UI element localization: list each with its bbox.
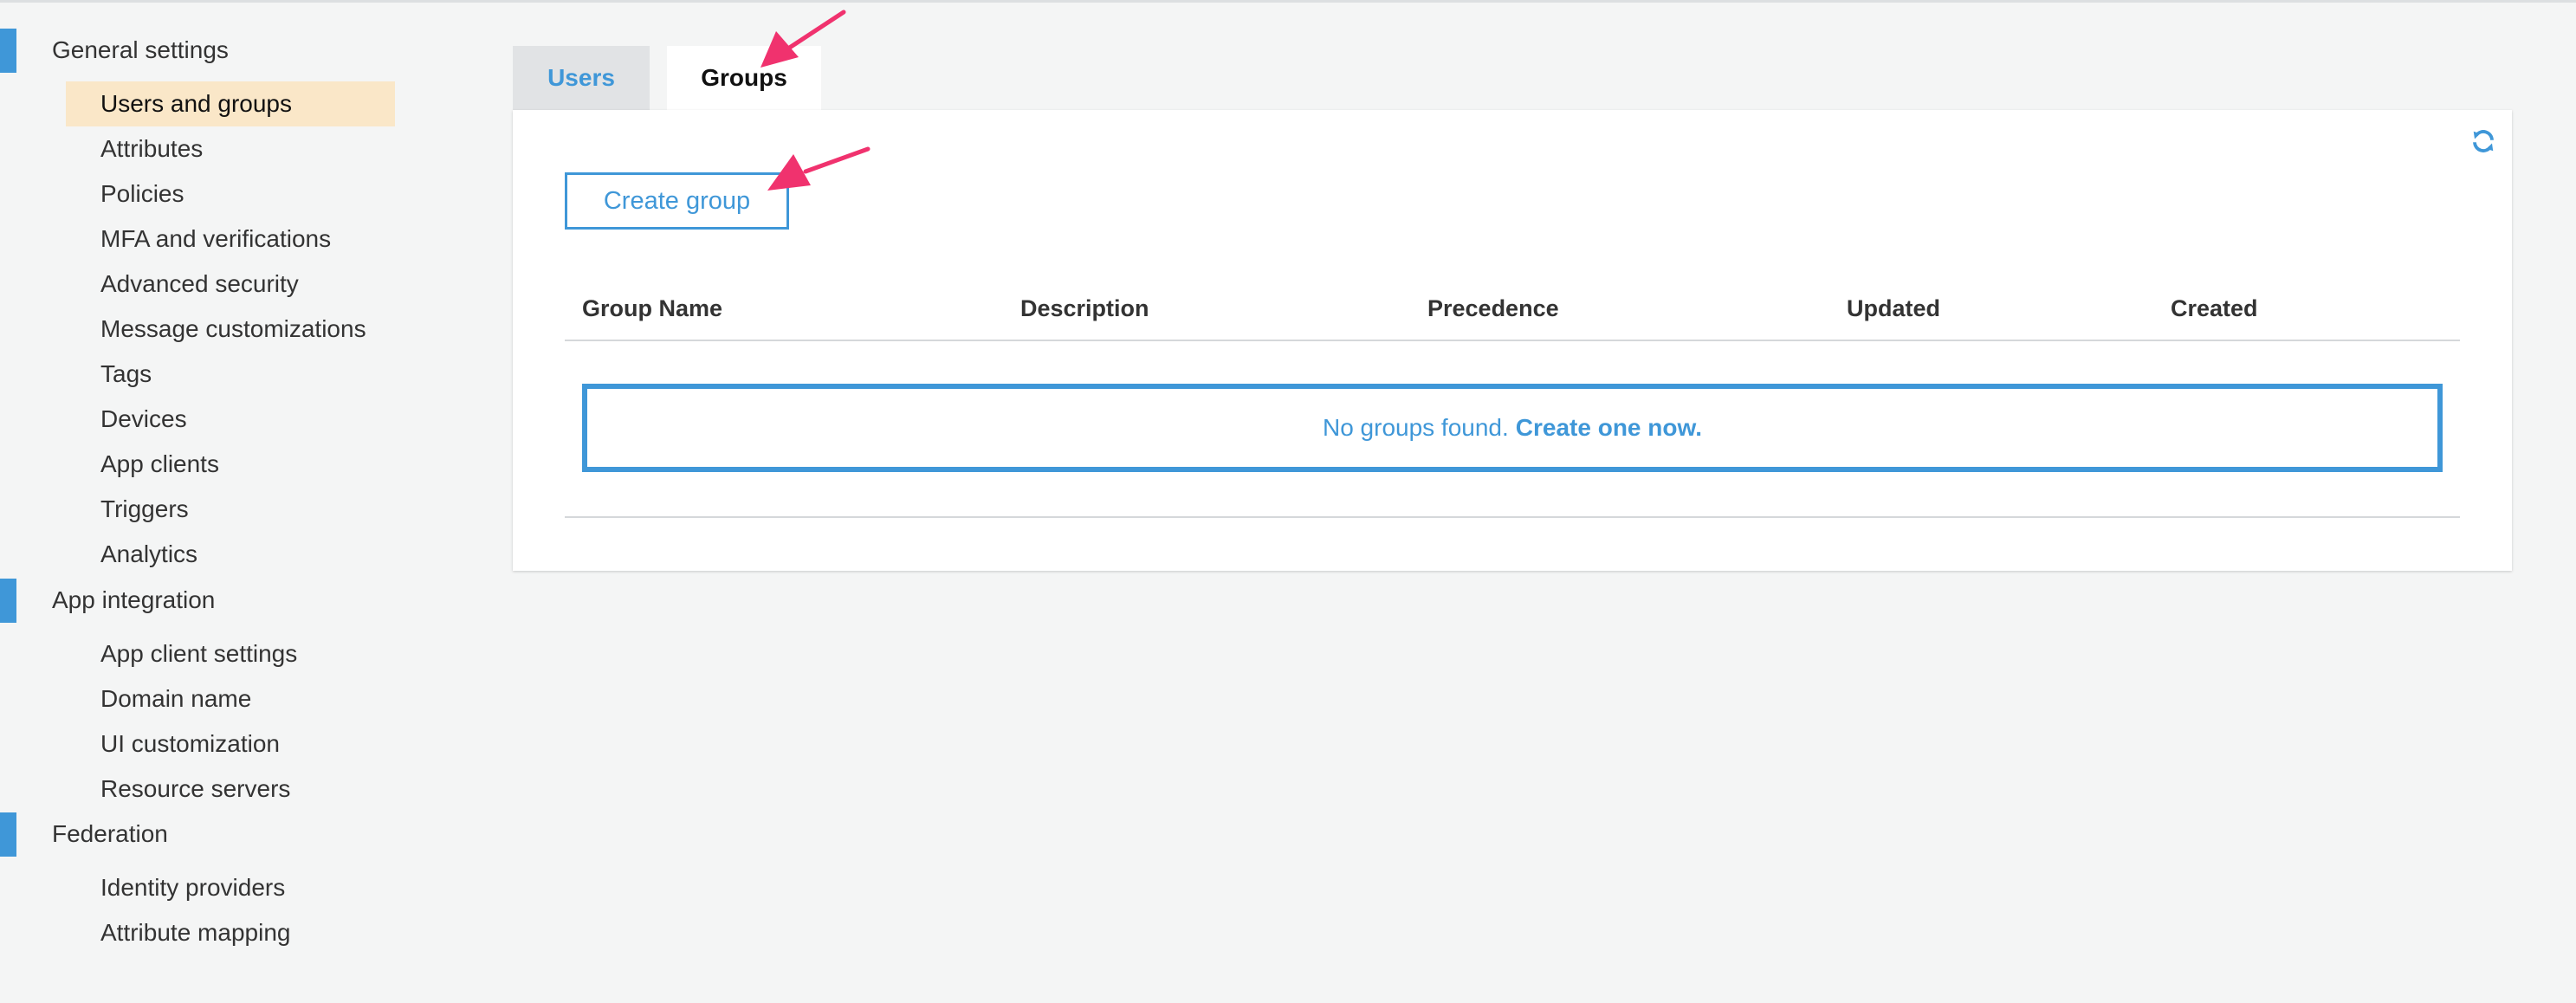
sidebar-item-tags[interactable]: Tags <box>100 360 152 388</box>
refresh-icon[interactable] <box>2470 128 2496 154</box>
empty-state-box: No groups found. Create one now. <box>582 384 2443 472</box>
sidebar-item-app-client-settings[interactable]: App client settings <box>100 640 297 668</box>
column-header-created[interactable]: Created <box>2171 294 2258 322</box>
sidebar-item-app-clients[interactable]: App clients <box>100 450 219 478</box>
table-footer-divider <box>565 516 2460 518</box>
sidebar-item-ui-customization[interactable]: UI customization <box>100 730 280 758</box>
sidebar-item-users-and-groups[interactable]: Users and groups <box>100 90 292 118</box>
table-header-divider <box>565 340 2460 341</box>
sidebar-section-federation[interactable]: Federation <box>52 820 168 848</box>
sidebar: General settings Users and groups Attrib… <box>0 0 416 1003</box>
section-marker <box>0 579 16 623</box>
sidebar-item-mfa-and-verifications[interactable]: MFA and verifications <box>100 225 331 253</box>
empty-state-message: No groups found. <box>1322 414 1509 441</box>
create-group-button[interactable]: Create group <box>565 172 789 230</box>
sidebar-item-attribute-mapping[interactable]: Attribute mapping <box>100 919 290 947</box>
section-marker <box>0 29 16 73</box>
sidebar-section-general-settings[interactable]: General settings <box>52 36 229 64</box>
tab-users[interactable]: Users <box>513 46 650 110</box>
annotation-arrow-icon <box>761 10 846 68</box>
column-header-description[interactable]: Description <box>1020 294 1149 322</box>
column-header-precedence[interactable]: Precedence <box>1427 294 1559 322</box>
sidebar-item-devices[interactable]: Devices <box>100 405 187 433</box>
section-marker <box>0 812 16 857</box>
annotation-arrow-icon <box>767 146 871 191</box>
sidebar-item-resource-servers[interactable]: Resource servers <box>100 775 290 803</box>
sidebar-item-analytics[interactable]: Analytics <box>100 540 197 568</box>
create-one-now-link[interactable]: Create one now. <box>1516 414 1702 442</box>
sidebar-item-identity-providers[interactable]: Identity providers <box>100 874 285 902</box>
column-header-updated[interactable]: Updated <box>1847 294 1940 322</box>
sidebar-section-app-integration[interactable]: App integration <box>52 586 215 614</box>
column-header-group-name[interactable]: Group Name <box>582 294 722 322</box>
sidebar-item-domain-name[interactable]: Domain name <box>100 685 251 713</box>
sidebar-item-triggers[interactable]: Triggers <box>100 495 189 523</box>
sidebar-item-advanced-security[interactable]: Advanced security <box>100 270 299 298</box>
sidebar-item-message-customizations[interactable]: Message customizations <box>100 315 366 343</box>
sidebar-item-attributes[interactable]: Attributes <box>100 135 203 163</box>
sidebar-item-policies[interactable]: Policies <box>100 180 184 208</box>
